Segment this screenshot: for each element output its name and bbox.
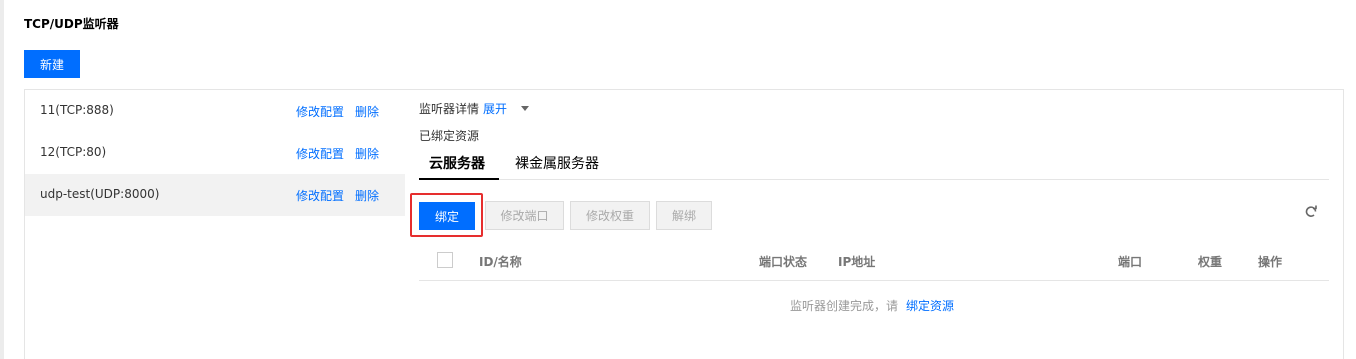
listener-list: 11(TCP:888) 修改配置 删除 12(TCP:80) 修改配置 删除 u… xyxy=(25,90,405,359)
delete-link[interactable]: 删除 xyxy=(355,187,379,204)
delete-link[interactable]: 删除 xyxy=(355,103,379,120)
tab-bare-metal[interactable]: 裸金属服务器 xyxy=(515,153,599,173)
bind-button[interactable]: 绑定 xyxy=(419,202,475,230)
refresh-icon[interactable] xyxy=(1303,205,1319,221)
listener-name: 12(TCP:80) xyxy=(40,145,107,159)
unbind-button[interactable]: 解绑 xyxy=(656,201,712,230)
bind-resources-link[interactable]: 绑定资源 xyxy=(906,297,954,314)
col-actions: 操作 xyxy=(1258,255,1283,269)
listener-name: 11(TCP:888) xyxy=(40,103,114,117)
active-tab-indicator xyxy=(419,178,499,180)
listener-item-2[interactable]: 12(TCP:80) 修改配置 删除 xyxy=(25,132,405,174)
listener-panel: 11(TCP:888) 修改配置 删除 12(TCP:80) 修改配置 删除 u… xyxy=(24,89,1344,359)
select-all-checkbox[interactable] xyxy=(437,252,453,268)
expand-link[interactable]: 展开 xyxy=(483,100,507,117)
left-edge-bar xyxy=(0,0,4,359)
edit-config-link[interactable]: 修改配置 xyxy=(296,145,344,162)
table-header-divider xyxy=(419,280,1329,281)
modify-weight-button[interactable]: 修改权重 xyxy=(570,201,650,230)
caret-down-icon[interactable] xyxy=(521,106,529,111)
tab-cvm[interactable]: 云服务器 xyxy=(429,153,485,173)
col-id-name: ID/名称 xyxy=(479,255,522,269)
listener-item-3[interactable]: udp-test(UDP:8000) 修改配置 删除 xyxy=(25,174,405,216)
new-listener-button[interactable]: 新建 xyxy=(24,50,80,78)
empty-state-text: 监听器创建完成，请 xyxy=(790,299,899,313)
listener-item-1[interactable]: 11(TCP:888) 修改配置 删除 xyxy=(25,90,405,132)
page-title: TCP/UDP监听器 xyxy=(24,17,119,31)
col-port: 端口 xyxy=(1118,255,1143,269)
col-ip-address: IP地址 xyxy=(838,255,876,269)
tabs-divider xyxy=(419,179,1329,180)
col-port-status: 端口状态 xyxy=(759,255,808,269)
col-weight: 权重 xyxy=(1198,255,1223,269)
modify-port-button[interactable]: 修改端口 xyxy=(485,201,564,230)
listener-name: udp-test(UDP:8000) xyxy=(40,187,160,201)
edit-config-link[interactable]: 修改配置 xyxy=(296,187,344,204)
bound-resources-label: 已绑定资源 xyxy=(419,129,480,143)
edit-config-link[interactable]: 修改配置 xyxy=(296,103,344,120)
delete-link[interactable]: 删除 xyxy=(355,145,379,162)
listener-detail-label: 监听器详情 xyxy=(419,102,480,116)
